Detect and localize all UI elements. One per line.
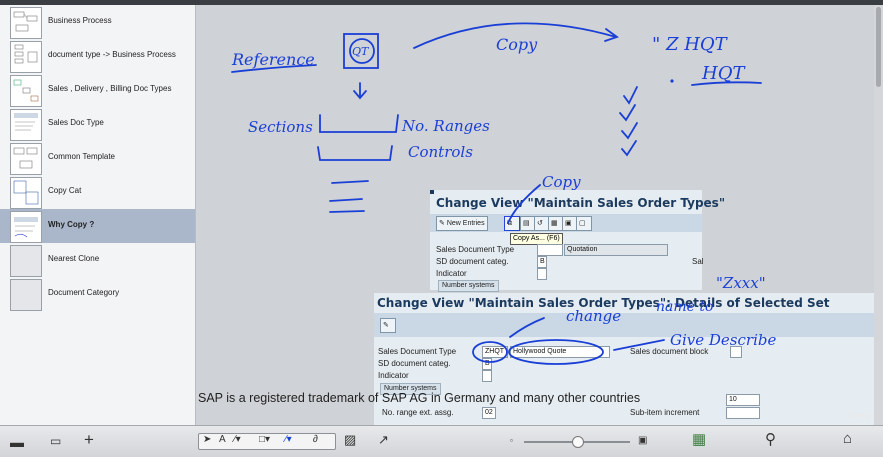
sidebar-item-copy-cat[interactable]: Copy Cat	[0, 175, 195, 209]
handwriting-reference: Reference	[231, 50, 315, 69]
handwriting-zxxx: "Zxxx"	[716, 274, 766, 292]
section-box	[317, 145, 393, 161]
down-arrow	[353, 82, 367, 100]
dash-stroke	[329, 210, 365, 213]
handwriting-give-describe: Give Describe	[670, 331, 776, 349]
share-icon[interactable]: ↗	[378, 432, 389, 448]
handwriting-qt: QT	[352, 45, 370, 58]
sidebar-item-label: Business Process	[48, 16, 112, 25]
sidebar-item-business-process[interactable]: Business Process	[0, 5, 195, 39]
slide-canvas[interactable]: Change View "Maintain Sales Order Types"…	[196, 5, 874, 425]
handwriting-name-to: name to	[656, 299, 713, 315]
give-arrow	[613, 339, 665, 351]
zoom-slider-knob[interactable]	[572, 436, 584, 448]
slide-thumbnail	[10, 7, 42, 39]
handwriting-copy: Copy	[496, 35, 538, 54]
udemy-watermark: Udemy	[845, 411, 871, 420]
slide-thumbnail	[10, 109, 42, 141]
slide-thumbnail	[10, 143, 42, 175]
check-stroke	[621, 140, 637, 157]
add-icon[interactable]: +	[84, 430, 94, 450]
eraser-icon[interactable]: ∂	[313, 434, 318, 445]
handwriting-no-ranges: No. Ranges	[401, 117, 490, 135]
sidebar-item-label: Nearest Clone	[48, 254, 100, 263]
sidebar-item-label: Common Template	[48, 152, 115, 161]
sidebar-item-nearest-clone[interactable]: Nearest Clone	[0, 243, 195, 277]
copy-pointer-curve	[507, 184, 541, 224]
handwriting-change: change	[566, 307, 621, 325]
handwriting-copy-2: Copy	[542, 173, 581, 191]
sidebar-item-label: Sales Doc Type	[48, 118, 104, 127]
slide-thumbnail	[10, 75, 42, 107]
check-stroke	[621, 122, 638, 140]
sidebar-item-sales-doc-type[interactable]: Sales Doc Type	[0, 107, 195, 141]
briefcase-icon[interactable]: ▬	[10, 434, 24, 450]
sidebar-item-label: document type -> Business Process	[48, 50, 176, 59]
slide-thumbnail	[10, 211, 42, 243]
sidebar-item-label: Document Category	[48, 288, 120, 297]
circle-stroke	[508, 339, 604, 365]
sidebar-item-document-category[interactable]: Document Category	[0, 277, 195, 311]
slide-sidebar: Business Process document type -> Busine…	[0, 5, 196, 425]
trademark-caption: SAP is a registered trademark of SAP AG …	[198, 391, 641, 405]
check-stroke	[619, 104, 636, 122]
dot-stroke	[670, 79, 674, 83]
change-arrow	[509, 317, 545, 338]
text-tool-icon[interactable]: A	[219, 434, 226, 445]
dash-stroke	[331, 180, 369, 184]
zoom-out-icon[interactable]: ▫	[510, 436, 513, 445]
vertical-scrollbar[interactable]	[874, 5, 883, 425]
library-icon[interactable]: ⌂	[843, 430, 852, 447]
sidebar-item-label: Why Copy ?	[48, 220, 95, 229]
calculator-icon[interactable]: ▦	[692, 430, 706, 448]
shape-tool-icon[interactable]: □▾	[259, 434, 270, 445]
slide-thumbnail	[10, 245, 42, 277]
handwriting-hqt: HQT	[701, 63, 746, 84]
slide-thumbnail	[10, 41, 42, 73]
zoom-in-icon[interactable]: ▣	[638, 435, 647, 446]
sidebar-item-doctype-business-process[interactable]: document type -> Business Process	[0, 39, 195, 73]
sidebar-item-sales-delivery-billing[interactable]: Sales , Delivery , Billing Doc Types	[0, 73, 195, 107]
circle-stroke	[472, 341, 508, 363]
sidebar-item-common-template[interactable]: Common Template	[0, 141, 195, 175]
pen-tool-icon[interactable]: ∕▾	[285, 434, 292, 445]
pointer-icon[interactable]: ➤	[203, 434, 211, 445]
handwriting-sections: Sections	[248, 118, 313, 136]
dash-stroke	[329, 198, 363, 202]
slide-view-icon[interactable]: ▭	[50, 434, 61, 448]
handwriting-controls: Controls	[408, 143, 473, 161]
sidebar-item-label: Sales , Delivery , Billing Doc Types	[48, 84, 172, 93]
sidebar-item-label: Copy Cat	[48, 186, 82, 195]
slide-thumbnail	[10, 279, 42, 311]
search-icon[interactable]: ⚲	[765, 430, 776, 448]
sidebar-item-why-copy[interactable]: Why Copy ?	[0, 209, 195, 243]
section-box	[319, 114, 399, 133]
bottom-toolbar: ▬ ▭ + ➤ A ∕▾ □▾ ∕▾ ∂ ▨ ↗ ▫ ▣ ▦ ⚲ ⌂	[0, 425, 883, 457]
handwriting-layer: Reference QT Copy " Z HQT HQT Sections N…	[231, 22, 776, 365]
line-tool-icon[interactable]: ∕▾	[234, 434, 241, 445]
image-icon[interactable]: ▨	[344, 432, 356, 448]
scroll-thumb[interactable]	[876, 7, 881, 87]
slide-thumbnail	[10, 177, 42, 209]
handwriting-zhqt: " Z HQT	[652, 34, 729, 55]
check-stroke	[623, 86, 638, 105]
